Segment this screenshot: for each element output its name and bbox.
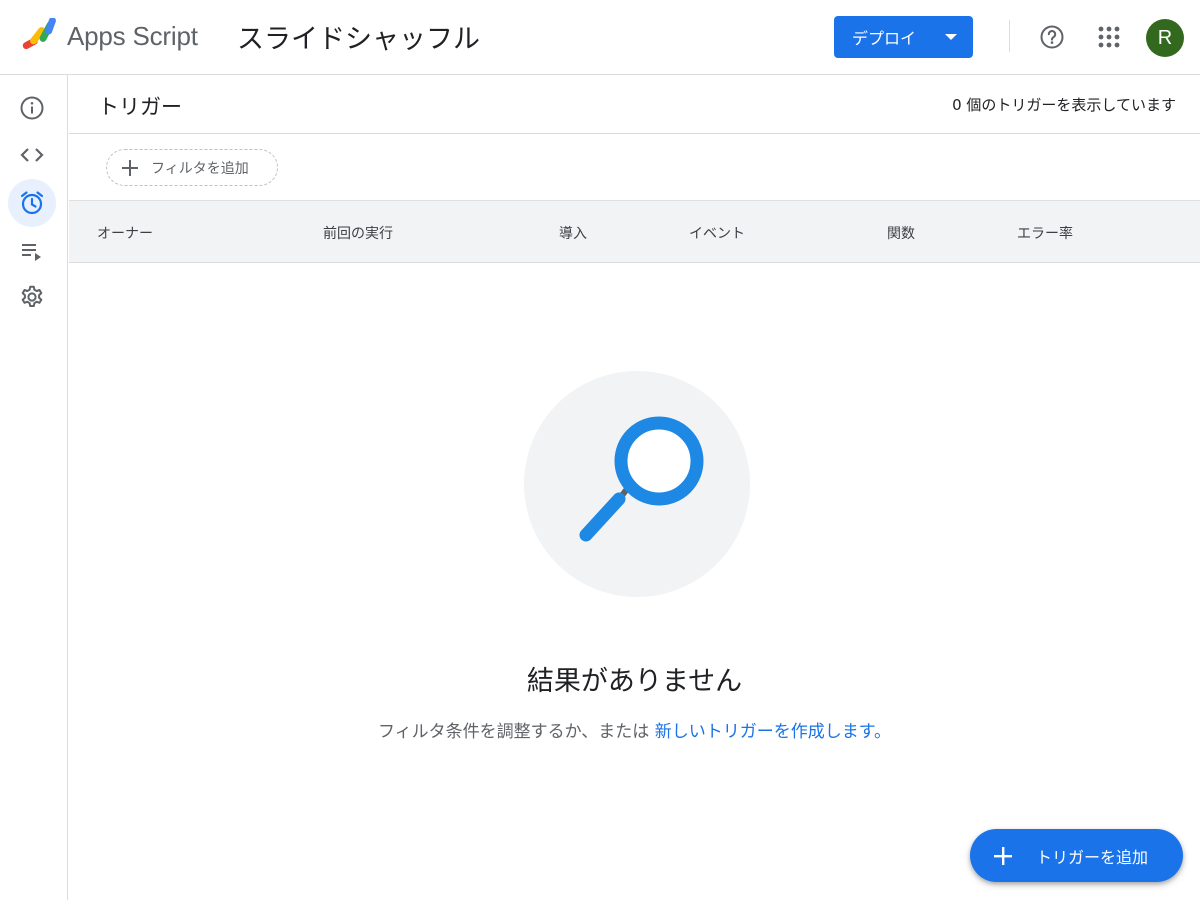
divider (1009, 20, 1010, 52)
sidebar-item-executions[interactable] (8, 227, 56, 275)
add-filter-label: フィルタを追加 (151, 160, 249, 177)
sidebar-item-editor[interactable] (8, 131, 56, 179)
apps-script-logo-icon[interactable] (20, 18, 60, 52)
info-icon (20, 96, 44, 120)
sidebar (0, 75, 68, 900)
project-title[interactable]: スライドシャッフル (237, 17, 480, 56)
sidebar-item-overview[interactable] (8, 84, 56, 132)
help-icon[interactable] (1039, 24, 1065, 50)
search-icon (579, 416, 704, 542)
column-deployment[interactable]: 導入 (559, 223, 587, 243)
page-header: トリガー 0 個のトリガーを表示しています (69, 75, 1200, 134)
page-title: トリガー (98, 95, 182, 119)
sidebar-item-triggers[interactable] (8, 179, 56, 227)
playlist-play-icon (22, 244, 41, 261)
create-trigger-link[interactable]: 新しいトリガーを作成します。 (655, 722, 891, 742)
empty-state-text: フィルタ条件を調整するか、または (377, 722, 650, 742)
column-error-rate[interactable]: エラー率 (1017, 223, 1073, 243)
alarm-clock-icon (20, 191, 44, 215)
table-header: オーナー 前回の実行 導入 イベント 関数 エラー率 (69, 200, 1200, 263)
add-filter-button[interactable]: フィルタを追加 (106, 149, 278, 186)
column-function[interactable]: 関数 (887, 223, 915, 243)
add-trigger-label: トリガーを追加 (1036, 847, 1149, 867)
empty-state-subtitle: フィルタ条件を調整するか、または 新しいトリガーを作成します。 (69, 717, 1200, 742)
column-owner[interactable]: オーナー (97, 223, 153, 243)
deploy-button[interactable]: デプロイ (834, 16, 973, 58)
column-last-run[interactable]: 前回の実行 (323, 223, 393, 243)
avatar[interactable]: R (1146, 19, 1184, 57)
main-content: トリガー 0 個のトリガーを表示しています フィルタを追加 オーナー 前回の実行… (69, 75, 1200, 900)
gear-icon (21, 285, 43, 307)
app-name[interactable]: Apps Script (67, 21, 198, 52)
add-trigger-button[interactable]: トリガーを追加 (970, 829, 1183, 882)
google-apps-icon[interactable] (1097, 25, 1121, 49)
sidebar-item-settings[interactable] (8, 273, 56, 321)
empty-state-illustration (524, 371, 750, 597)
empty-state-title: 結果がありません (526, 666, 743, 697)
top-bar: Apps Script スライドシャッフル デプロイ R (0, 0, 1200, 75)
plus-icon (122, 159, 138, 176)
caret-down-icon (945, 34, 957, 40)
deploy-button-label: デプロイ (852, 29, 917, 48)
avatar-initial: R (1157, 26, 1173, 49)
trigger-count: 0 個のトリガーを表示しています (952, 96, 1176, 114)
column-event[interactable]: イベント (689, 223, 745, 243)
code-icon (20, 148, 44, 162)
plus-icon (994, 846, 1012, 865)
